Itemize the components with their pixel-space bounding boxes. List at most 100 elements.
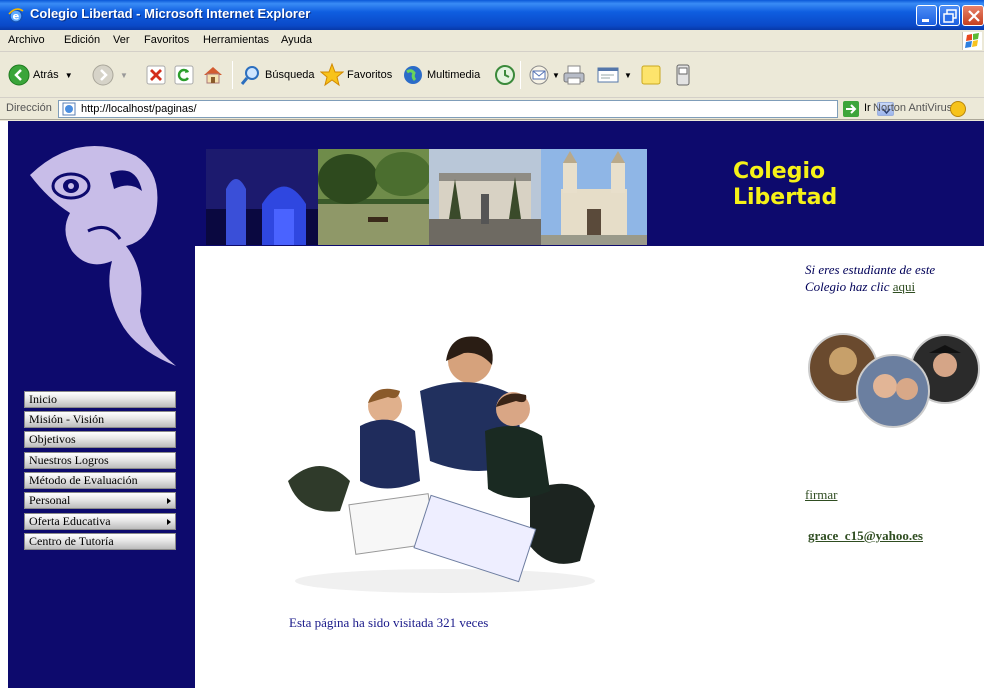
media-label: Multimedia [427,69,481,81]
back-label: Atrás [33,69,59,81]
forward-button[interactable]: ▼ [92,59,128,91]
maximize-button[interactable] [939,5,960,26]
site-title-line2: Libertad [733,185,838,210]
nav-inicio[interactable]: Inicio [24,391,176,408]
email-link[interactable]: grace_c15@yahoo.es [808,528,923,544]
address-input[interactable]: http://localhost/paginas/ [58,100,894,118]
restore-icon [943,9,957,23]
banner-photo-church-night [206,149,318,245]
menu-archivo[interactable]: Archivo [8,34,45,46]
submenu-arrow-icon [167,498,171,504]
forward-dropdown-icon[interactable]: ▼ [120,71,128,80]
nav-label: Inicio [29,392,57,406]
go-button[interactable] [843,101,859,117]
back-button[interactable]: Atrás ▼ [8,59,73,91]
menu-edicion[interactable]: Edición [64,34,100,46]
go-arrow-icon [846,104,857,114]
history-button[interactable] [494,59,516,91]
window-title: Colegio Libertad - Microsoft Internet Ex… [30,6,311,21]
menu-ayuda[interactable]: Ayuda [281,34,312,46]
student-prompt-text: Colegio haz clic [805,279,890,294]
minimize-icon [922,19,929,22]
nav-nuestros-logros[interactable]: Nuestros Logros [24,452,176,469]
edit-dropdown-icon[interactable]: ▼ [624,71,632,80]
search-icon [240,66,259,85]
teacher-students-photo [288,336,595,593]
notes-icon [641,65,661,85]
site-title: Colegio Libertad [733,159,893,211]
favorites-star-icon [320,63,344,87]
home-button[interactable] [202,59,224,91]
print-button[interactable] [562,59,586,91]
nav-oferta-educativa[interactable]: Oferta Educativa [24,513,176,530]
nav-mision-vision[interactable]: Misión - Visión [24,411,176,428]
refresh-button[interactable] [174,59,194,91]
menu-bar: Archivo Edición Ver Favoritos Herramient… [0,30,984,52]
page-content: Inicio Misión - Visión Objetivos Nuestro… [0,121,984,688]
menu-ver[interactable]: Ver [113,34,130,46]
messenger-button[interactable] [672,59,694,91]
toolbar: Atrás ▼ ▼ Búsqueda Favoritos Multimedia … [0,52,984,98]
student-prompt-line2: Colegio haz clic aqui [805,278,975,295]
phone-icon [676,64,690,86]
address-label: Dirección [6,102,52,114]
nav-centro-tutoria[interactable]: Centro de Tutoría [24,533,176,550]
browser-window: e Colegio Libertad - Microsoft Internet … [0,0,984,688]
title-bar[interactable]: e Colegio Libertad - Microsoft Internet … [0,0,984,30]
ie-icon: e [8,8,24,23]
nav-label: Personal [29,493,71,507]
forward-arrow-icon [92,64,114,86]
header-banner: Colegio Libertad [195,121,984,246]
discuss-button[interactable] [640,59,662,91]
student-prompt-line1: Si eres estudiante de este [805,262,936,277]
visit-counter: Esta página ha sido visitada 321 veces [289,615,489,630]
favorites-label: Favoritos [347,69,393,81]
media-globe-icon [404,66,422,84]
close-button[interactable] [962,5,984,26]
banner-photo-cathedral [541,149,647,245]
menu-herramientas[interactable]: Herramientas [203,34,269,46]
toolbar-separator [520,61,521,89]
submenu-arrow-icon [167,519,171,525]
menu-favoritos[interactable]: Favoritos [144,34,189,46]
search-button[interactable]: Búsqueda [240,59,315,91]
students-collage-photo [808,333,980,428]
toolbar-separator [232,61,233,89]
close-icon [968,10,980,22]
nav-label: Método de Evaluación [29,473,138,487]
norton-antivirus-icon[interactable] [950,101,966,117]
nav-personal[interactable]: Personal [24,492,176,509]
nav-metodo-evaluacion[interactable]: Método de Evaluación [24,472,176,489]
nav-objetivos[interactable]: Objetivos [24,431,176,448]
print-icon [563,65,585,85]
svg-text:e: e [13,12,20,23]
student-prompt: Si eres estudiante de este Colegio haz c… [805,261,975,295]
favorites-button[interactable]: Favoritos [320,59,392,91]
media-button[interactable]: Multimedia [402,59,480,91]
mail-dropdown-icon[interactable]: ▼ [552,71,560,80]
minimize-button[interactable] [916,5,937,26]
refresh-icon [174,65,194,85]
student-login-link[interactable]: aqui [893,279,915,294]
nav-label: Nuestros Logros [29,453,109,467]
edit-button[interactable]: ▼ [596,59,632,91]
eagle-logo [30,146,176,366]
back-arrow-icon [8,64,30,86]
norton-label: Norton AntiVirus [873,102,953,114]
sign-guestbook-link[interactable]: firmar [805,487,837,503]
nav-label: Oferta Educativa [29,514,111,528]
edit-page-icon [597,67,619,83]
nav-label: Misión - Visión [29,412,105,426]
go-label[interactable]: Ir [864,102,871,114]
nav-label: Objetivos [29,432,76,446]
back-dropdown-icon[interactable]: ▼ [65,71,73,80]
mail-button[interactable]: ▼ [528,59,560,91]
stop-button[interactable] [146,59,166,91]
banner-photo-river [318,149,430,245]
site-title-line1: Colegio [733,159,826,184]
search-label: Búsqueda [265,69,315,81]
stop-icon [146,65,166,85]
address-url: http://localhost/paginas/ [81,103,197,115]
home-icon [204,67,222,84]
history-icon [495,65,515,85]
